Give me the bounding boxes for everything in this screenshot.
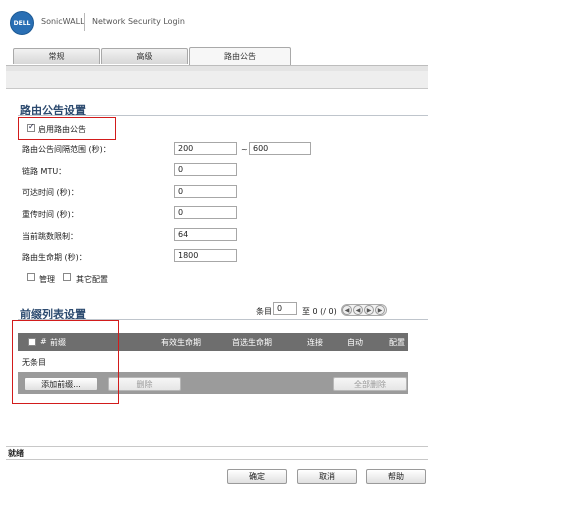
router-lifetime-input[interactable] [174, 249, 237, 262]
status-text: 就绪 [8, 449, 24, 458]
prefix-highlight-box [12, 320, 119, 404]
tab-general[interactable]: 常规 [13, 48, 100, 64]
reachable-time-label: 可达时间 (秒)： [22, 188, 79, 197]
pager-input[interactable] [273, 302, 297, 315]
interval-label: 路由公告间隔范围 (秒)： [22, 145, 111, 154]
pager-range: 至 0 (/ 0) [302, 307, 337, 316]
cancel-button[interactable]: 取消 [297, 469, 357, 484]
delete-all-button[interactable]: 全部删除 [333, 377, 407, 391]
col-link: 连接 [307, 338, 323, 347]
pager-first-icon[interactable]: ◀ [342, 305, 352, 315]
tab-router-advertisement[interactable]: 路由公告 [189, 47, 291, 65]
col-preferred-lifetime: 首选生命期 [232, 338, 272, 347]
mtu-input[interactable] [174, 163, 237, 176]
ok-button[interactable]: 确定 [227, 469, 287, 484]
pager-prev-icon[interactable]: ◀ [353, 305, 363, 315]
pager-label: 条目 [256, 307, 272, 316]
col-auto: 自动 [347, 338, 363, 347]
tab-advanced[interactable]: 高级 [101, 48, 188, 64]
other-config-label: 其它配置 [76, 275, 108, 284]
routing-section-rule [18, 115, 428, 116]
other-config-checkbox[interactable] [63, 273, 71, 281]
managed-checkbox[interactable] [27, 273, 35, 281]
login-title: Network Security Login [92, 17, 185, 26]
tab-content-header [6, 71, 428, 89]
dell-logo: DELL [10, 11, 34, 35]
col-valid-lifetime: 有效生命期 [161, 338, 201, 347]
brand-name: SonicWALL [41, 17, 85, 26]
pager-last-icon[interactable]: ▶ [375, 305, 385, 315]
enable-router-advert-label: 启用路由公告 [38, 125, 86, 134]
retrans-time-input[interactable] [174, 206, 237, 219]
enable-router-advert-checkbox[interactable] [27, 122, 35, 132]
reachable-time-input[interactable] [174, 185, 237, 198]
hop-limit-label: 当前跳数限制： [22, 232, 78, 241]
mtu-label: 链路 MTU： [22, 167, 67, 176]
pager-next-icon[interactable]: ▶ [364, 305, 374, 315]
interval-separator: ~ [241, 145, 248, 154]
help-button[interactable]: 帮助 [366, 469, 426, 484]
hop-limit-input[interactable] [174, 228, 237, 241]
interval-min-input[interactable] [174, 142, 237, 155]
status-bar: 就绪 [6, 446, 428, 460]
router-lifetime-label: 路由生命期 (秒)： [22, 253, 87, 262]
header-divider [84, 13, 85, 31]
managed-label: 管理 [39, 275, 55, 284]
retrans-time-label: 重传时间 (秒)： [22, 210, 79, 219]
col-config: 配置 [389, 338, 405, 347]
interval-max-input[interactable] [249, 142, 311, 155]
